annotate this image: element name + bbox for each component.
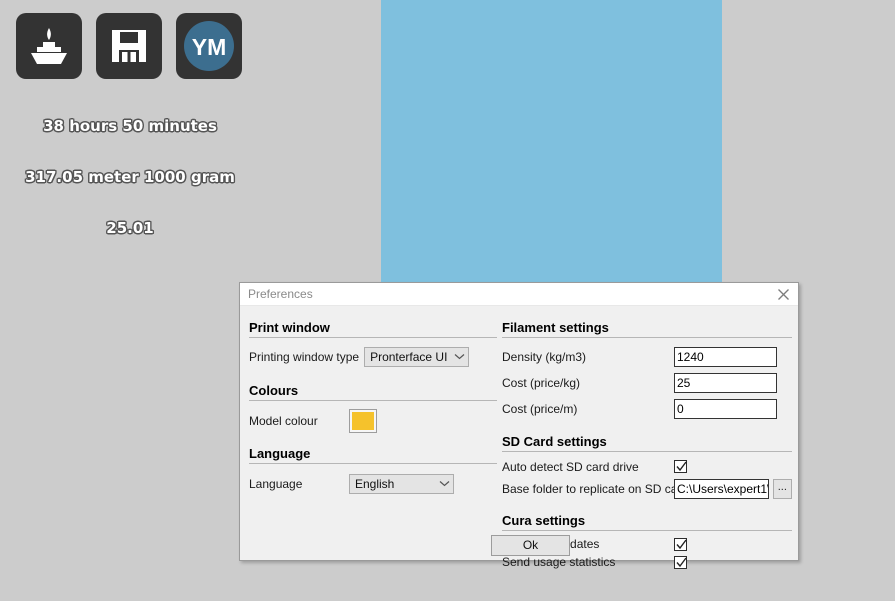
printing-window-type-value: Pronterface UI xyxy=(370,349,448,364)
row-density: Density (kg/m3) 1240 xyxy=(502,345,792,368)
section-title-filament: Filament settings xyxy=(502,320,792,338)
section-title-cura: Cura settings xyxy=(502,513,792,531)
row-base-folder: Base folder to replicate on SD card C:\U… xyxy=(502,477,792,500)
ok-button[interactable]: Ok xyxy=(491,535,570,556)
row-auto-detect-sd: Auto detect SD card drive xyxy=(502,457,792,476)
row-printing-window-type: Printing window type Pronterface UI xyxy=(249,345,497,368)
chevron-down-icon xyxy=(435,480,453,487)
section-title-sd-card: SD Card settings xyxy=(502,434,792,452)
stats-time: 38 hours 50 minutes xyxy=(43,117,217,135)
section-title-language: Language xyxy=(249,446,497,464)
label-send-usage-statistics: Send usage statistics xyxy=(502,555,616,569)
label-density: Density (kg/m3) xyxy=(502,349,587,364)
row-language: Language English xyxy=(249,472,497,495)
load-model-icon xyxy=(27,26,71,66)
language-value: English xyxy=(355,476,395,491)
label-printing-window-type: Printing window type xyxy=(249,349,360,364)
preferences-dialog: Preferences Print window Printing window… xyxy=(239,282,799,569)
cost-per-m-input[interactable]: 0 xyxy=(674,398,777,419)
share-youmagine-button[interactable]: YM xyxy=(176,13,242,79)
base-folder-input[interactable]: C:\Users\expert1\D xyxy=(674,478,769,499)
floppy-disk-icon xyxy=(109,26,149,66)
dialog-titlebar[interactable]: Preferences xyxy=(240,283,798,306)
dialog-title: Preferences xyxy=(248,287,313,301)
printing-window-type-select[interactable]: Pronterface UI xyxy=(364,346,470,367)
auto-detect-sd-checkbox[interactable] xyxy=(674,460,687,473)
label-language: Language xyxy=(249,476,303,491)
density-input[interactable]: 1240 xyxy=(674,346,777,367)
3d-model-object[interactable] xyxy=(381,0,722,284)
dialog-left-column: Print window Printing window type Pronte… xyxy=(249,306,497,495)
dialog-body: Print window Printing window type Pronte… xyxy=(240,306,798,569)
cost-per-kg-input[interactable]: 25 xyxy=(674,372,777,393)
label-cost-per-m: Cost (price/m) xyxy=(502,401,578,416)
check-updates-checkbox[interactable] xyxy=(674,537,687,551)
stats-material: 317.05 meter 1000 gram xyxy=(25,168,235,186)
label-auto-detect-sd: Auto detect SD card drive xyxy=(502,459,639,474)
print-stats: 38 hours 50 minutes 317.05 meter 1000 gr… xyxy=(0,84,260,271)
section-title-colours: Colours xyxy=(249,383,497,401)
toolbar: YM 38 hours 50 minutes 317.05 meter 1000… xyxy=(0,0,260,237)
svg-text:YM: YM xyxy=(192,34,227,60)
send-usage-statistics-checkbox[interactable] xyxy=(674,555,687,569)
browse-folder-button[interactable]: ... xyxy=(772,478,792,499)
dialog-right-column: Filament settings Density (kg/m3) 1240 C… xyxy=(502,306,792,571)
stats-cost: 25.01 xyxy=(106,219,154,237)
save-toolpath-button[interactable] xyxy=(96,13,162,79)
close-icon[interactable] xyxy=(775,286,792,303)
row-cost-kg: Cost (price/kg) 25 xyxy=(502,371,792,394)
chevron-down-icon xyxy=(450,353,468,360)
section-title-print-window: Print window xyxy=(249,320,497,338)
row-cost-m: Cost (price/m) 0 xyxy=(502,397,792,420)
label-base-folder: Base folder to replicate on SD card xyxy=(502,481,689,496)
model-colour-swatch[interactable] xyxy=(349,408,377,433)
load-model-button[interactable] xyxy=(16,13,82,79)
model-colour-value xyxy=(352,411,374,430)
youmagine-icon: YM xyxy=(180,17,238,75)
row-model-colour: Model colour xyxy=(249,408,497,433)
label-cost-per-kg: Cost (price/kg) xyxy=(502,375,581,390)
language-select[interactable]: English xyxy=(349,473,454,494)
label-model-colour: Model colour xyxy=(249,413,318,428)
